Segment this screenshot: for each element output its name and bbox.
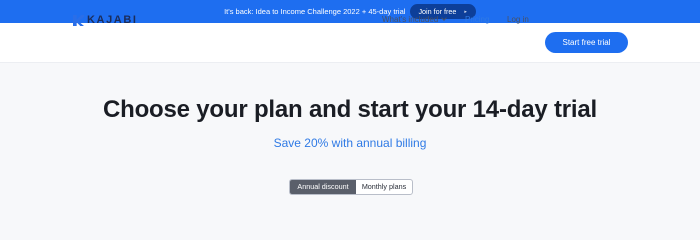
billing-toggle: Annual discount Monthly plans bbox=[289, 179, 413, 195]
annual-discount-tab[interactable]: Annual discount bbox=[290, 180, 356, 194]
nav-whats-included-label: What's included bbox=[382, 15, 439, 24]
chevron-right-icon: ▸ bbox=[464, 8, 467, 15]
kajabi-logo[interactable]: KAJABI bbox=[73, 14, 138, 26]
page-title: Choose your plan and start your 14-day t… bbox=[103, 96, 597, 123]
kajabi-logo-icon bbox=[73, 14, 84, 26]
promo-text: It's back: Idea to Income Challenge 2022… bbox=[224, 7, 406, 16]
chevron-down-icon bbox=[441, 15, 448, 21]
annual-savings-subtitle: Save 20% with annual billing bbox=[273, 136, 427, 150]
monthly-plans-tab[interactable]: Monthly plans bbox=[356, 180, 412, 194]
nav-login[interactable]: Log in bbox=[507, 15, 529, 25]
nav-pricing[interactable]: Pricing bbox=[465, 15, 489, 25]
start-free-trial-button[interactable]: Start free trial bbox=[545, 32, 628, 53]
nav-whats-included[interactable]: What's included bbox=[382, 15, 448, 25]
logo-wordmark: KAJABI bbox=[87, 14, 138, 26]
